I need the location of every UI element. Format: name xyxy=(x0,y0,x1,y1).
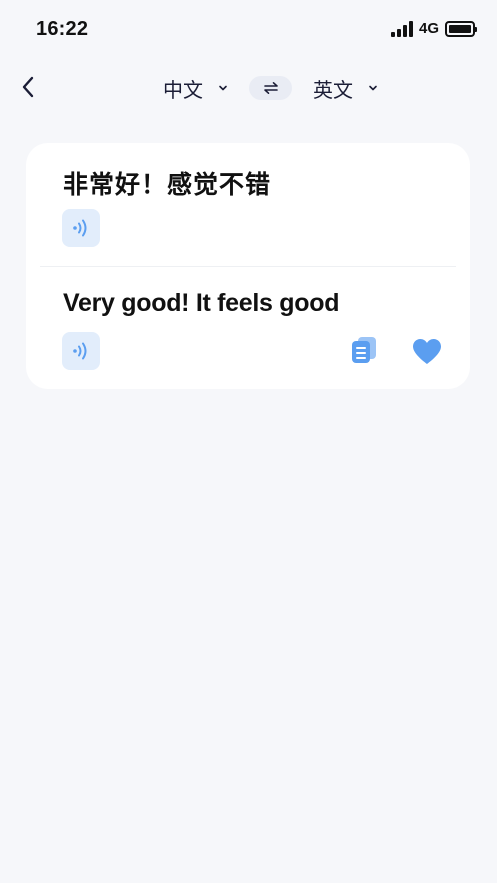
status-bar: 16:22 4G xyxy=(0,0,497,60)
swap-languages-button[interactable] xyxy=(249,76,292,100)
chevron-down-icon xyxy=(217,82,229,94)
status-indicators: 4G xyxy=(390,20,477,37)
target-language-label: 英文 xyxy=(313,79,353,102)
translation-card: 非常好！感觉不错 Very good! It feels good xyxy=(26,143,470,389)
source-text: 非常好！感觉不错 xyxy=(63,171,272,199)
favorite-button[interactable] xyxy=(412,337,442,365)
battery-icon xyxy=(445,20,477,37)
play-source-audio-button[interactable] xyxy=(62,209,100,247)
divider xyxy=(40,266,456,267)
speaker-icon xyxy=(73,219,87,237)
speaker-icon xyxy=(73,342,87,360)
signal-strength-icon xyxy=(390,20,413,37)
copy-icon xyxy=(352,337,376,363)
language-header: 中文 英文 xyxy=(0,66,497,110)
heart-icon xyxy=(413,338,441,364)
source-language-label: 中文 xyxy=(163,79,203,102)
target-text: Very good! It feels good xyxy=(63,289,340,317)
chevron-down-icon xyxy=(367,82,379,94)
swap-arrows-icon xyxy=(263,82,278,94)
status-time: 16:22 xyxy=(36,18,89,40)
battery-level xyxy=(449,24,471,33)
chevron-left-icon xyxy=(22,76,34,98)
copy-button[interactable] xyxy=(350,335,378,365)
play-target-audio-button[interactable] xyxy=(62,332,100,370)
back-button[interactable] xyxy=(14,72,42,102)
network-type: 4G xyxy=(418,20,439,37)
source-language-select[interactable]: 中文 xyxy=(163,72,229,104)
target-language-select[interactable]: 英文 xyxy=(313,72,379,104)
